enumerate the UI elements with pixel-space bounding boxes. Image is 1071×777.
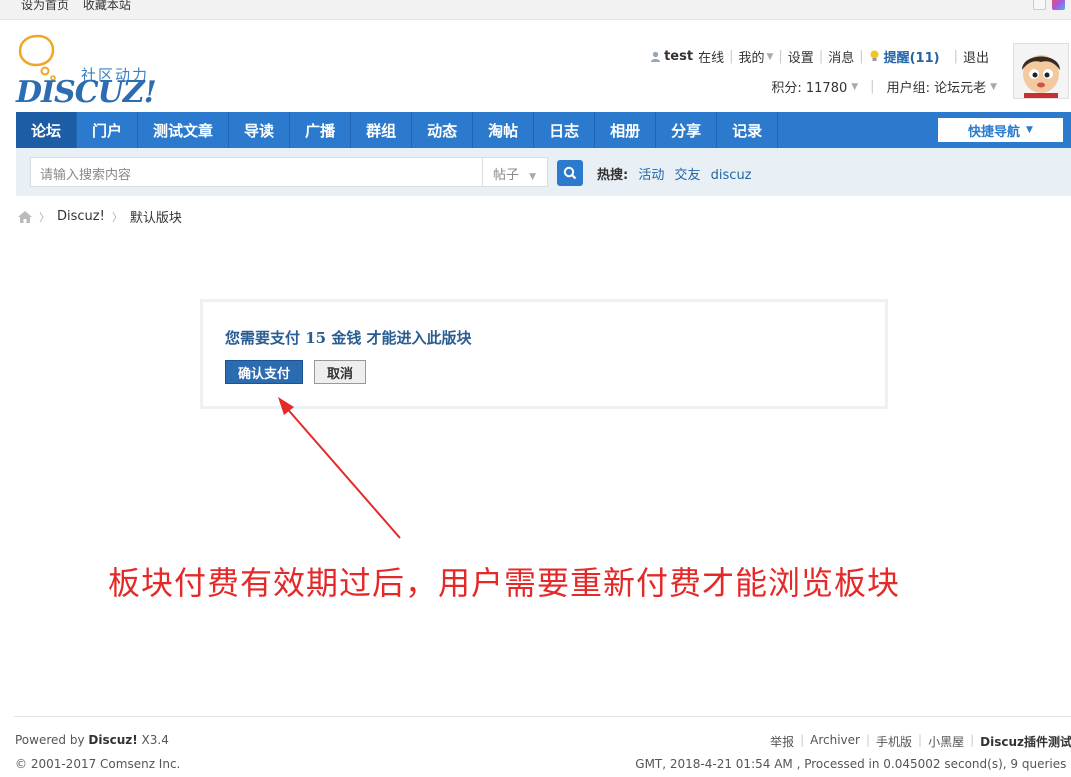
user-info-line: test 在线 | 我的 ▼ | 设置 | 消息 | 提醒(11) | 退出 [650,47,989,66]
nav-item-forum[interactable]: 论坛 [16,112,78,148]
color-icon[interactable] [1052,0,1065,10]
quick-nav-label: 快捷导航 [968,124,1021,140]
divider: | [865,733,871,747]
chevron-down-icon: ▼ [851,81,859,92]
powered-prefix: Powered by [15,733,89,747]
divider: | [818,49,824,64]
nav-item-record[interactable]: 记录 [717,112,779,148]
chevron-down-icon: ▼ [990,81,997,92]
hot-keyword-link[interactable]: 活动 [638,168,664,183]
points-menu[interactable]: 积分: 11780 [771,77,847,96]
site-logo[interactable]: 社区动力 DISCUZ! [15,29,175,110]
mine-menu[interactable]: 我的 [738,47,764,66]
search-type-label: 帖子 [493,168,520,183]
footer-link-archiver[interactable]: Archiver [810,733,860,750]
remind-link[interactable]: 提醒(11) [884,47,940,66]
footer-links: 举报 | Archiver | 手机版 | 小黑屋 | Discuz插件测试 [770,733,1071,750]
nav-item-share[interactable]: 分享 [656,112,718,148]
user-group-menu[interactable]: 用户组: 论坛元老 [887,77,987,96]
footer-copyright: © 2001-2017 Comsenz Inc. [15,757,181,771]
username-link[interactable]: test [664,49,693,64]
search-icon [563,166,577,180]
header: 社区动力 DISCUZ! test 在线 | 我的 ▼ | 设置 | 消息 | … [0,21,1071,111]
annotation-arrow [278,397,401,539]
hot-keyword-link[interactable]: discuz [711,168,752,183]
home-icon[interactable] [18,210,32,223]
top-right-icons [1033,0,1065,10]
logo-en-text: DISCUZ! [16,75,157,110]
hot-search-label: 热搜: [597,168,629,183]
user-icon [651,51,661,62]
search-type-select[interactable]: 帖子 ▼ [482,157,548,187]
avatar[interactable] [1013,43,1069,99]
powered-brand-link[interactable]: Discuz! [88,733,137,747]
divider: | [729,49,734,64]
nav-item-collection[interactable]: 淘帖 [473,112,535,148]
breadcrumb-forum-link[interactable]: 默认版块 [130,207,182,226]
confirm-pay-button[interactable]: 确认支付 [225,360,303,384]
bookmark-link[interactable]: 收藏本站 [83,0,131,12]
divider: | [778,49,783,64]
annotation-text: 板块付费有效期过后，用户需要重新付费才能浏览板块 [108,564,901,602]
set-homepage-link[interactable]: 设为首页 [21,0,69,12]
divider: | [870,79,875,94]
top-bar: 设为首页 收藏本站 [0,0,1071,20]
divider: | [953,49,958,64]
divider: | [859,49,864,64]
expand-icon[interactable] [1033,0,1046,10]
divider: | [918,733,923,747]
nav-item-guide[interactable]: 导读 [229,112,291,148]
nav-item-feed[interactable]: 动态 [412,112,474,148]
hot-search: 热搜: 活动 交友 discuz [597,164,758,183]
search-button[interactable] [557,160,583,186]
breadcrumb-separator: 〉 [111,210,123,224]
footer-divider [14,716,1071,717]
nav-item-blog[interactable]: 日志 [534,112,596,148]
footer-link-mobile[interactable]: 手机版 [876,733,912,750]
cancel-button[interactable]: 取消 [314,360,366,384]
nav-item-portal[interactable]: 门户 [77,112,139,148]
top-links: 设为首页 收藏本站 [21,0,141,13]
chevron-down-icon: ▼ [766,51,774,62]
hot-keyword-link[interactable]: 交友 [675,168,701,183]
lightbulb-icon [870,50,879,61]
divider: | [970,733,975,747]
nav-item-broadcast[interactable]: 广播 [290,112,352,148]
footer-link-report[interactable]: 举报 [770,733,794,750]
search-bar: 请输入搜索内容 帖子 ▼ 热搜: 活动 交友 discuz [16,148,1071,196]
online-status[interactable]: 在线 [698,47,724,66]
main-nav: 论坛 门户 测试文章 导读 广播 群组 动态 淘帖 日志 相册 分享 记录 快捷… [16,112,1071,148]
footer-powered: Powered by Discuz! X3.4 [15,733,169,747]
nav-item-group[interactable]: 群组 [351,112,413,148]
chevron-down-icon: ▼ [529,172,537,182]
chevron-down-icon: ▼ [1026,125,1033,135]
footer-stats: GMT, 2018-4-21 01:54 AM , Processed in 0… [635,757,1071,771]
payment-message: 您需要支付 15 金钱 才能进入此版块 [225,329,472,347]
divider: | [800,733,805,747]
search-input[interactable]: 请输入搜索内容 [30,157,482,187]
powered-version: X3.4 [137,733,169,747]
user-stats-line: 积分: 11780 ▼ | 用户组: 论坛元老 ▼ [771,77,997,96]
breadcrumb: 〉 Discuz! 〉 默认版块 [18,207,182,226]
footer-link-blackroom[interactable]: 小黑屋 [928,733,964,750]
footer-site-name-link[interactable]: Discuz插件测试 [980,733,1071,750]
avatar-face-icon [1014,44,1068,98]
settings-link[interactable]: 设置 [788,47,814,66]
messages-link[interactable]: 消息 [828,47,854,66]
logout-link[interactable]: 退出 [963,47,989,66]
breadcrumb-site-link[interactable]: Discuz! [57,209,105,224]
quick-nav-button[interactable]: 快捷导航 ▼ [938,118,1063,142]
breadcrumb-separator: 〉 [39,210,50,224]
nav-item-test-article[interactable]: 测试文章 [138,112,230,148]
nav-item-album[interactable]: 相册 [595,112,657,148]
